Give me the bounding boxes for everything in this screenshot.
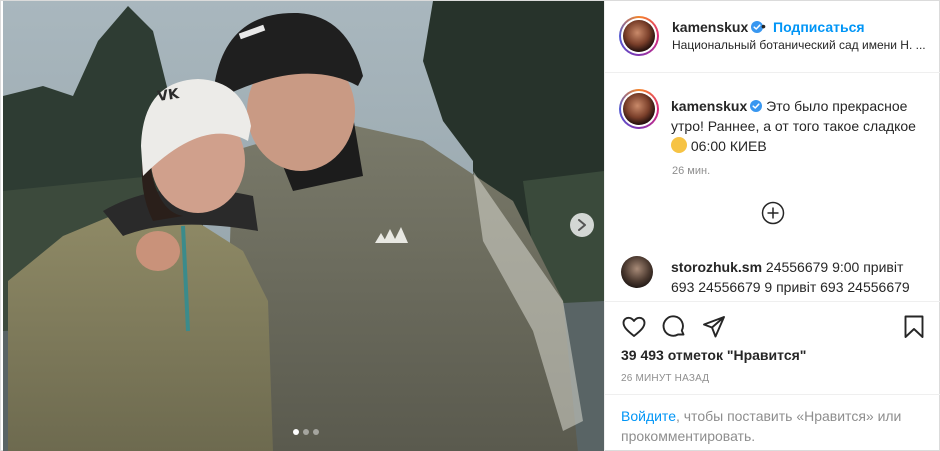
- post-side-panel: kamenskux • Подписаться Национальный бот…: [604, 1, 940, 451]
- carousel-dot-2: [303, 429, 309, 435]
- heart-icon[interactable]: [621, 314, 647, 340]
- action-bar: 39 493 отметок "Нравится" 26 МИНУТ НАЗАД…: [605, 301, 940, 451]
- post-photo[interactable]: VK: [3, 1, 604, 451]
- post-timestamp: 26 МИНУТ НАЗАД: [621, 373, 710, 384]
- caption-author-avatar[interactable]: [619, 89, 659, 129]
- carousel-dot-1: [293, 429, 299, 435]
- follow-button[interactable]: Подписаться: [773, 19, 865, 35]
- smile-emoji-icon: [671, 137, 687, 153]
- photo-image: VK: [3, 1, 604, 451]
- author-username-link[interactable]: kamenskux: [672, 19, 764, 35]
- carousel-indicator: [293, 429, 319, 435]
- caption-timestamp: 26 мин.: [672, 165, 711, 177]
- svg-text:VK: VK: [156, 86, 181, 105]
- login-prompt: Войдите, чтобы поставить «Нравится» или …: [621, 406, 921, 446]
- comment-icon[interactable]: [661, 314, 687, 340]
- post-caption: kamenskux Это было прекрасное утро! Ранн…: [671, 96, 921, 156]
- post-header: kamenskux • Подписаться Национальный бот…: [605, 1, 940, 73]
- carousel-dot-3: [313, 429, 319, 435]
- plus-circle-icon[interactable]: [761, 201, 785, 225]
- commenter-username[interactable]: storozhuk.sm: [671, 259, 762, 275]
- caption-username[interactable]: kamenskux: [671, 98, 747, 114]
- author-username: kamenskux: [672, 19, 749, 35]
- instagram-post: VK kamenskux • Подписаться Национальный …: [0, 0, 940, 451]
- chevron-right-icon: [578, 219, 586, 231]
- caption-time-text: 06:00 КИЕВ: [690, 138, 767, 154]
- header-separator: •: [761, 18, 766, 34]
- author-avatar[interactable]: [619, 16, 659, 56]
- next-slide-button[interactable]: [570, 213, 594, 237]
- likes-count[interactable]: 39 493 отметок "Нравится": [621, 347, 806, 363]
- location-link[interactable]: Национальный ботанический сад имени Н. .…: [672, 38, 930, 52]
- commenter-avatar[interactable]: [621, 256, 653, 288]
- verified-badge-icon: [750, 100, 763, 112]
- login-link[interactable]: Войдите: [621, 408, 676, 424]
- share-icon[interactable]: [701, 314, 727, 340]
- login-prompt-box: Войдите, чтобы поставить «Нравится» или …: [605, 394, 940, 451]
- comment-item: storozhuk.sm 24556679 9:00 привіт 693 24…: [671, 257, 927, 297]
- bookmark-icon[interactable]: [901, 314, 927, 340]
